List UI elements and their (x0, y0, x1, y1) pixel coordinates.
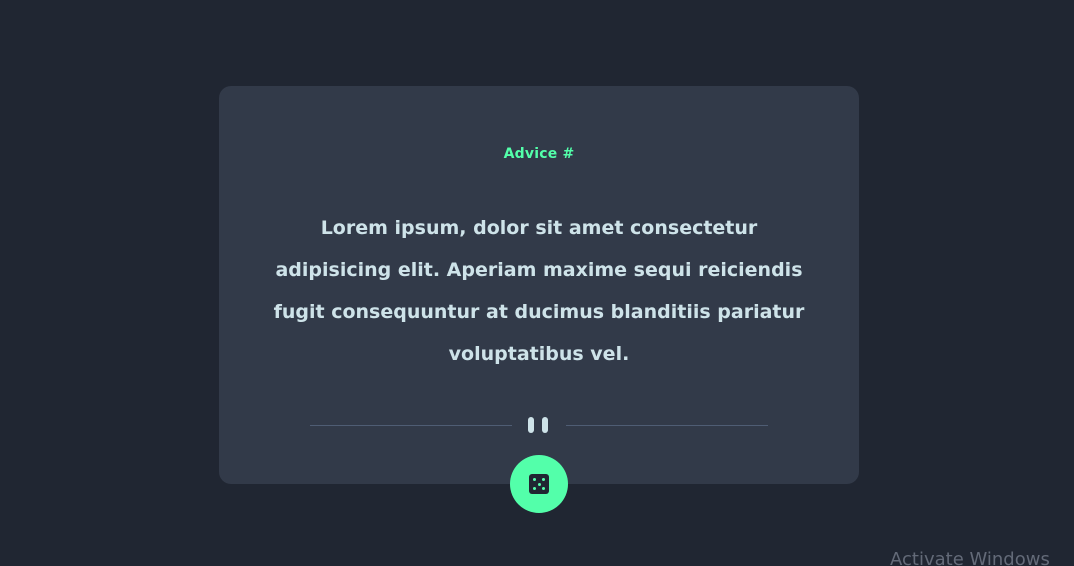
divider-line-left (310, 425, 512, 426)
activate-windows-watermark: Activate Windows (890, 549, 1050, 566)
divider (310, 415, 768, 437)
advice-text: Lorem ipsum, dolor sit amet consectetur … (273, 217, 805, 365)
pause-icon (528, 417, 550, 433)
dice-icon (529, 474, 549, 494)
new-advice-button[interactable] (510, 455, 568, 513)
page: Advice # Lorem ipsum, dolor sit amet con… (0, 0, 1074, 566)
advice-card: Advice # Lorem ipsum, dolor sit amet con… (219, 86, 859, 484)
advice-title: Advice # (503, 146, 575, 162)
divider-line-right (566, 425, 768, 426)
